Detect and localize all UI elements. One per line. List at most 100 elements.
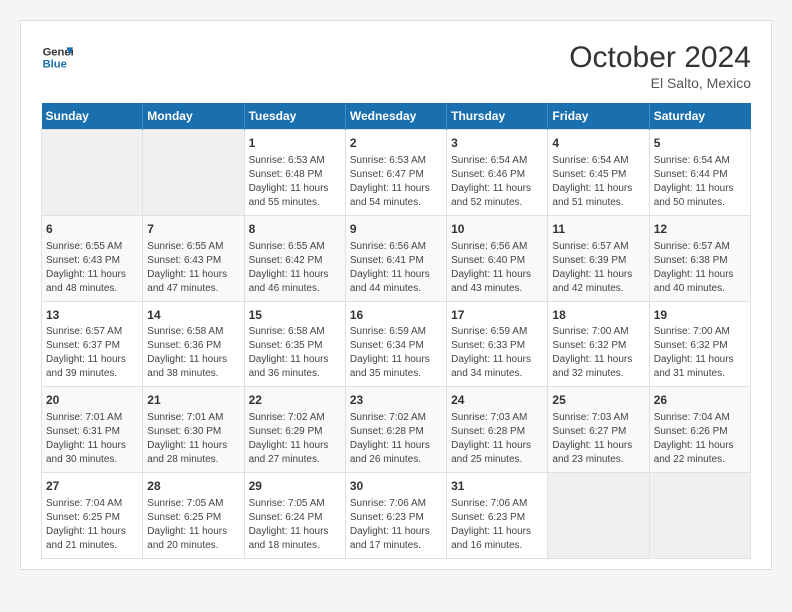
calendar-cell: 19Sunrise: 7:00 AM Sunset: 6:32 PM Dayli… <box>649 301 750 387</box>
calendar-cell: 5Sunrise: 6:54 AM Sunset: 6:44 PM Daylig… <box>649 130 750 216</box>
day-number: 7 <box>147 221 239 238</box>
day-info: Sunrise: 7:06 AM Sunset: 6:23 PM Dayligh… <box>451 497 543 553</box>
day-info: Sunrise: 7:06 AM Sunset: 6:23 PM Dayligh… <box>350 497 442 553</box>
day-info: Sunrise: 7:04 AM Sunset: 6:25 PM Dayligh… <box>46 497 138 553</box>
calendar-cell: 28Sunrise: 7:05 AM Sunset: 6:25 PM Dayli… <box>143 473 244 559</box>
day-info: Sunrise: 6:59 AM Sunset: 6:33 PM Dayligh… <box>451 325 543 381</box>
day-info: Sunrise: 7:05 AM Sunset: 6:24 PM Dayligh… <box>249 497 341 553</box>
day-number: 18 <box>552 307 644 324</box>
day-header-wednesday: Wednesday <box>345 103 446 130</box>
day-info: Sunrise: 6:56 AM Sunset: 6:40 PM Dayligh… <box>451 240 543 296</box>
calendar-cell: 31 Sunrise: 7:06 AM Sunset: 6:23 PM Dayli… <box>447 473 548 559</box>
day-info: Sunrise: 7:00 AM Sunset: 6:32 PM Dayligh… <box>654 325 746 381</box>
day-number: 30 <box>350 478 442 495</box>
calendar-cell: 23 Sunrise: 7:02 AM Sunset: 6:28 PM Dayli… <box>345 387 446 473</box>
day-number: 1 <box>249 135 341 152</box>
calendar-header: General Blue October 2024 El Salto, Mexi… <box>41 41 751 91</box>
day-number: 8 <box>249 221 341 238</box>
day-number: 9 <box>350 221 442 238</box>
day-info: Sunrise: 6:57 AM Sunset: 6:39 PM Dayligh… <box>552 240 644 296</box>
day-number: 21 <box>147 392 239 409</box>
day-info: Sunrise: 6:57 AM Sunset: 6:38 PM Dayligh… <box>654 240 746 296</box>
day-header-sunday: Sunday <box>42 103 143 130</box>
calendar-cell <box>143 130 244 216</box>
calendar-cell: 16Sunrise: 6:59 AM Sunset: 6:34 PM Dayli… <box>345 301 446 387</box>
calendar-cell: 4Sunrise: 6:54 AM Sunset: 6:45 PM Daylig… <box>548 130 649 216</box>
calendar-cell: 13Sunrise: 6:57 AM Sunset: 6:37 PM Dayli… <box>42 301 143 387</box>
day-header-tuesday: Tuesday <box>244 103 345 130</box>
day-info: Sunrise: 6:55 AM Sunset: 6:43 PM Dayligh… <box>147 240 239 296</box>
day-number: 12 <box>654 221 746 238</box>
calendar-cell: 30 Sunrise: 7:06 AM Sunset: 6:23 PM Dayli… <box>345 473 446 559</box>
week-row-2: 6 Sunrise: 6:55 AM Sunset: 6:43 PM Daylig… <box>42 215 751 301</box>
day-info: Sunrise: 6:58 AM Sunset: 6:35 PM Dayligh… <box>249 325 341 381</box>
calendar-cell: 2 Sunrise: 6:53 AM Sunset: 6:47 PM Daylig… <box>345 130 446 216</box>
calendar-cell: 9 Sunrise: 6:56 AM Sunset: 6:41 PM Daylig… <box>345 215 446 301</box>
calendar-cell: 26Sunrise: 7:04 AM Sunset: 6:26 PM Dayli… <box>649 387 750 473</box>
day-info: Sunrise: 7:01 AM Sunset: 6:30 PM Dayligh… <box>147 411 239 467</box>
week-row-3: 13Sunrise: 6:57 AM Sunset: 6:37 PM Dayli… <box>42 301 751 387</box>
day-info: Sunrise: 6:57 AM Sunset: 6:37 PM Dayligh… <box>46 325 138 381</box>
calendar-cell: 8Sunrise: 6:55 AM Sunset: 6:42 PM Daylig… <box>244 215 345 301</box>
calendar-cell: 11 Sunrise: 6:57 AM Sunset: 6:39 PM Dayli… <box>548 215 649 301</box>
calendar-cell: 27 Sunrise: 7:04 AM Sunset: 6:25 PM Dayli… <box>42 473 143 559</box>
day-number: 3 <box>451 135 543 152</box>
day-number: 25 <box>552 392 644 409</box>
day-number: 19 <box>654 307 746 324</box>
day-number: 16 <box>350 307 442 324</box>
week-row-1: 1Sunrise: 6:53 AM Sunset: 6:48 PM Daylig… <box>42 130 751 216</box>
day-info: Sunrise: 7:00 AM Sunset: 6:32 PM Dayligh… <box>552 325 644 381</box>
day-header-saturday: Saturday <box>649 103 750 130</box>
day-number: 11 <box>552 221 644 238</box>
day-number: 29 <box>249 478 341 495</box>
day-number: 2 <box>350 135 442 152</box>
day-number: 6 <box>46 221 138 238</box>
calendar-cell: 14Sunrise: 6:58 AM Sunset: 6:36 PM Dayli… <box>143 301 244 387</box>
day-number: 20 <box>46 392 138 409</box>
day-number: 17 <box>451 307 543 324</box>
day-number: 13 <box>46 307 138 324</box>
day-info: Sunrise: 6:55 AM Sunset: 6:43 PM Dayligh… <box>46 240 138 296</box>
day-number: 31 <box>451 478 543 495</box>
day-number: 5 <box>654 135 746 152</box>
title-block: October 2024 El Salto, Mexico <box>569 41 751 91</box>
calendar-container: General Blue October 2024 El Salto, Mexi… <box>20 20 772 570</box>
day-info: Sunrise: 7:01 AM Sunset: 6:31 PM Dayligh… <box>46 411 138 467</box>
day-info: Sunrise: 7:02 AM Sunset: 6:28 PM Dayligh… <box>350 411 442 467</box>
logo-icon: General Blue <box>41 41 73 73</box>
calendar-cell: 10Sunrise: 6:56 AM Sunset: 6:40 PM Dayli… <box>447 215 548 301</box>
day-info: Sunrise: 6:58 AM Sunset: 6:36 PM Dayligh… <box>147 325 239 381</box>
calendar-cell: 29 Sunrise: 7:05 AM Sunset: 6:24 PM Dayli… <box>244 473 345 559</box>
calendar-header-row: SundayMondayTuesdayWednesdayThursdayFrid… <box>42 103 751 130</box>
day-header-friday: Friday <box>548 103 649 130</box>
day-number: 28 <box>147 478 239 495</box>
day-number: 14 <box>147 307 239 324</box>
calendar-cell: 1Sunrise: 6:53 AM Sunset: 6:48 PM Daylig… <box>244 130 345 216</box>
calendar-cell <box>548 473 649 559</box>
day-number: 23 <box>350 392 442 409</box>
day-number: 22 <box>249 392 341 409</box>
day-info: Sunrise: 6:59 AM Sunset: 6:34 PM Dayligh… <box>350 325 442 381</box>
calendar-cell: 6 Sunrise: 6:55 AM Sunset: 6:43 PM Daylig… <box>42 215 143 301</box>
day-number: 24 <box>451 392 543 409</box>
calendar-table: SundayMondayTuesdayWednesdayThursdayFrid… <box>41 103 751 559</box>
week-row-4: 20 Sunrise: 7:01 AM Sunset: 6:31 PM Dayli… <box>42 387 751 473</box>
day-header-thursday: Thursday <box>447 103 548 130</box>
calendar-cell: 17Sunrise: 6:59 AM Sunset: 6:33 PM Dayli… <box>447 301 548 387</box>
calendar-cell: 7 Sunrise: 6:55 AM Sunset: 6:43 PM Daylig… <box>143 215 244 301</box>
day-info: Sunrise: 6:54 AM Sunset: 6:45 PM Dayligh… <box>552 154 644 210</box>
calendar-cell <box>42 130 143 216</box>
location: El Salto, Mexico <box>569 75 751 91</box>
day-info: Sunrise: 7:03 AM Sunset: 6:28 PM Dayligh… <box>451 411 543 467</box>
day-header-monday: Monday <box>143 103 244 130</box>
calendar-cell: 22Sunrise: 7:02 AM Sunset: 6:29 PM Dayli… <box>244 387 345 473</box>
day-info: Sunrise: 7:04 AM Sunset: 6:26 PM Dayligh… <box>654 411 746 467</box>
day-info: Sunrise: 6:53 AM Sunset: 6:47 PM Dayligh… <box>350 154 442 210</box>
day-info: Sunrise: 6:56 AM Sunset: 6:41 PM Dayligh… <box>350 240 442 296</box>
calendar-cell: 15Sunrise: 6:58 AM Sunset: 6:35 PM Dayli… <box>244 301 345 387</box>
logo: General Blue <box>41 41 73 73</box>
month-title: October 2024 <box>569 41 751 75</box>
week-row-5: 27 Sunrise: 7:04 AM Sunset: 6:25 PM Dayli… <box>42 473 751 559</box>
calendar-cell: 18Sunrise: 7:00 AM Sunset: 6:32 PM Dayli… <box>548 301 649 387</box>
day-number: 27 <box>46 478 138 495</box>
